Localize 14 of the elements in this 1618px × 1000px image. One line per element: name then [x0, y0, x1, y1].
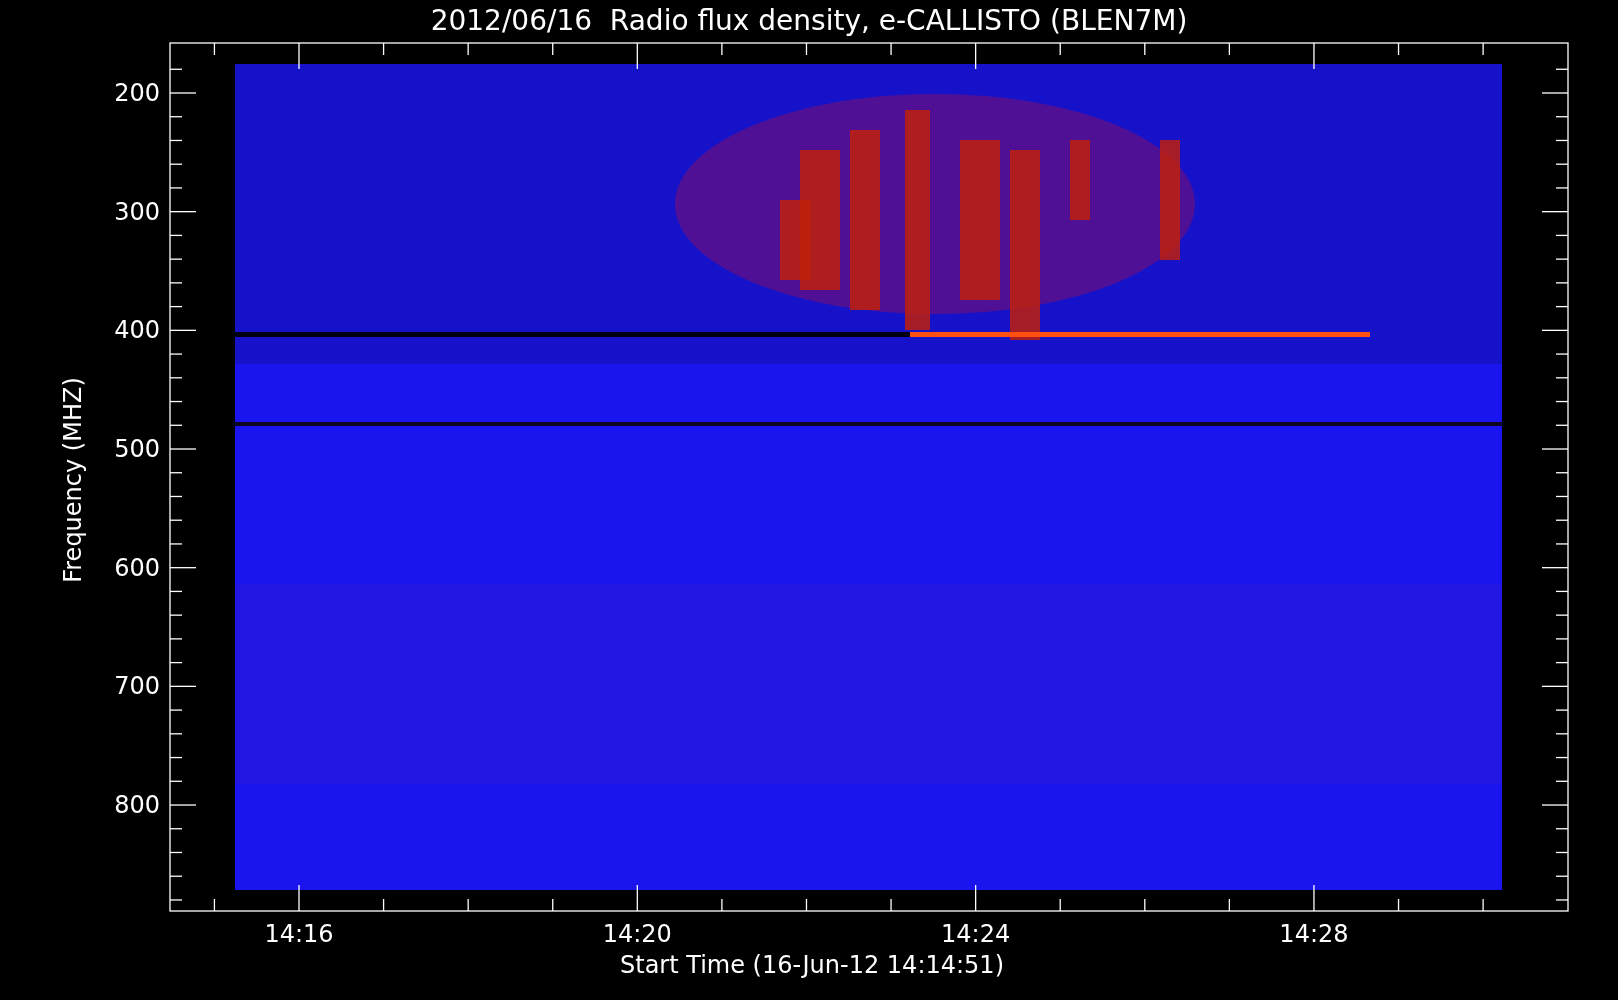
- x-tick-label: 14:16: [263, 922, 335, 946]
- y-tick-label: 600: [114, 555, 160, 580]
- y-tick-label: 300: [114, 199, 160, 224]
- y-axis-label: Frequency (MHZ): [60, 377, 85, 583]
- x-axis-label: Start Time (16-Jun-12 14:14:51): [620, 953, 1004, 977]
- y-tick-label: 700: [114, 674, 160, 699]
- x-tick-label: 14:28: [1278, 922, 1350, 946]
- y-tick-label: 200: [114, 81, 160, 105]
- x-tick-label: 14:20: [601, 922, 673, 946]
- y-tick-label: 500: [114, 437, 160, 461]
- y-tick-label: 800: [114, 793, 160, 817]
- x-tick-label: 14:24: [940, 922, 1012, 946]
- chart-title: 2012/06/16 Radio flux density, e-CALLISTO (BLEN7M): [429, 7, 1189, 35]
- y-tick-label: 400: [114, 318, 160, 343]
